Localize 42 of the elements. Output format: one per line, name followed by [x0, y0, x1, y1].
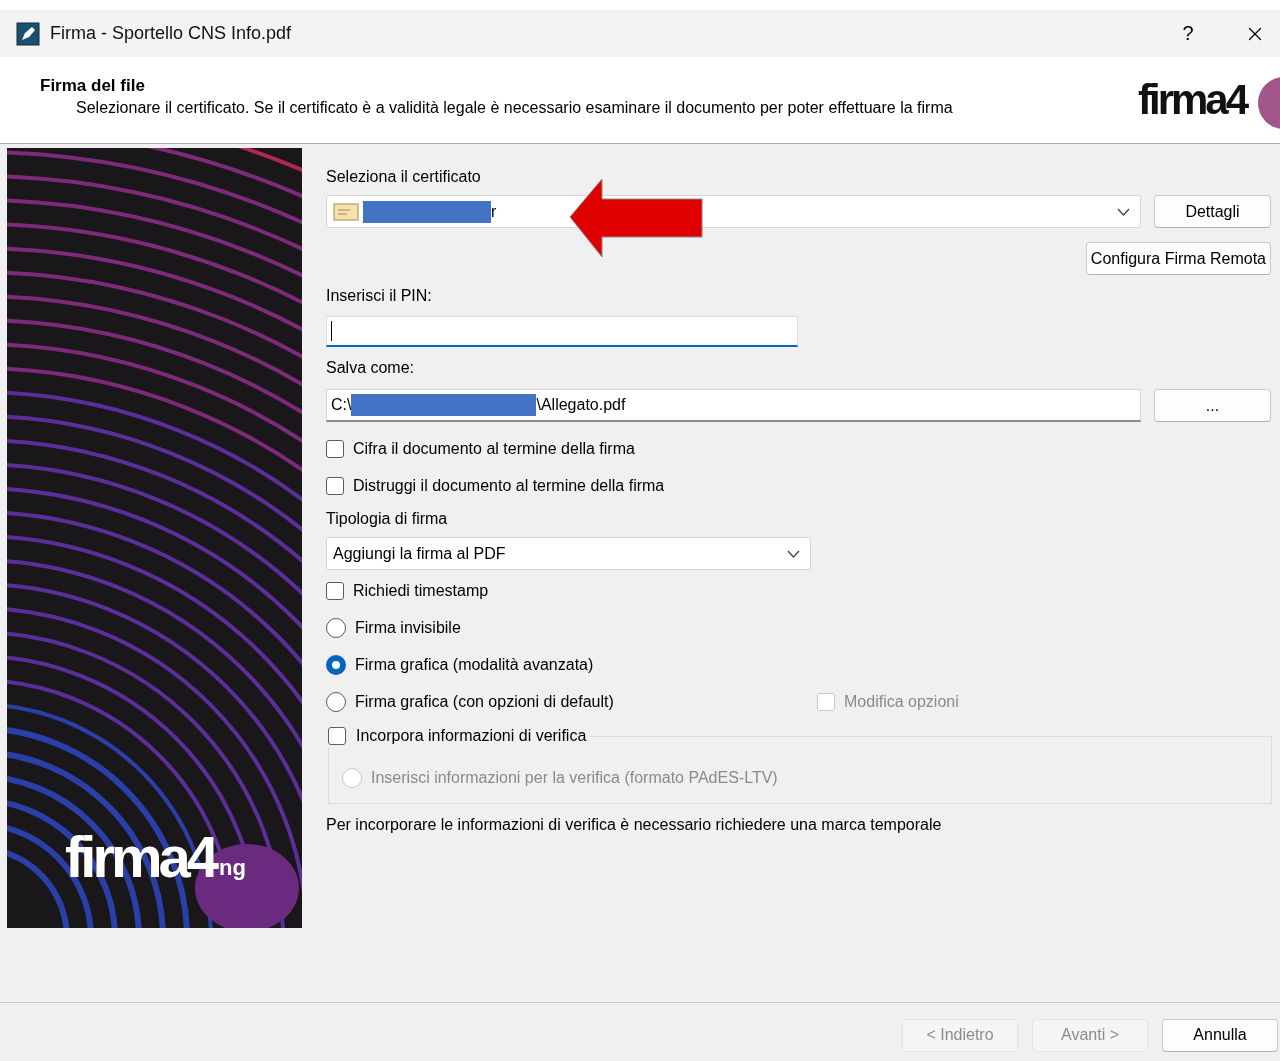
dropdown-value: Aggiungi la firma al PDF [333, 544, 506, 563]
certificate-value: r [491, 202, 497, 221]
browse-button[interactable]: ... [1154, 389, 1271, 422]
field-label: Tipologia di firma [326, 510, 449, 528]
pin-field[interactable] [326, 316, 798, 347]
field-label: Inserisci il PIN: [326, 287, 433, 305]
wizard-button[interactable]: Annulla [1162, 1018, 1278, 1052]
save-path-field[interactable]: C:\ \Allegato.pdf [326, 389, 1141, 422]
field-label: Seleziona il certificato [326, 168, 482, 186]
window-title: Firma - Sportello CNS Info.pdf [50, 23, 293, 44]
brand-logo: firma4 [1138, 69, 1280, 131]
checkbox[interactable] [326, 439, 344, 458]
details-button[interactable]: Dettagli [1154, 195, 1271, 228]
option-label: Modifica opzioni [844, 692, 959, 711]
signature-type-dropdown[interactable]: Aggiungi la firma al PDF [326, 537, 811, 570]
pen-icon [16, 21, 40, 46]
path-suffix: \Allegato.pdf [536, 396, 626, 414]
option-label: Firma invisibile [355, 618, 461, 637]
chevron-down-icon [787, 549, 800, 558]
checkbox[interactable] [326, 476, 344, 495]
option-label: Firma grafica (modalità avanzata) [355, 655, 594, 674]
help-button[interactable]: ? [1168, 22, 1208, 45]
option-label: Distruggi il documento al termine della firma [353, 476, 665, 495]
field-label: Salva come: [326, 359, 416, 377]
option-label: Inserisci informazioni per la verifica (formato PAdES-LTV) [371, 769, 778, 787]
option-label: Cifra il documento al termine della firma [353, 439, 635, 458]
header-title: Firma del file [40, 75, 146, 96]
option-label: Richiedi timestamp [353, 581, 489, 600]
option-label: Firma grafica (con opzioni di default) [355, 692, 614, 711]
remote-signature-button[interactable]: Configura Firma Remota [1085, 242, 1271, 275]
chevron-down-icon [1117, 207, 1130, 216]
certificate-icon [333, 202, 359, 221]
radio-button[interactable] [326, 654, 346, 675]
checkbox[interactable] [326, 581, 344, 600]
info-note: Per incorporare le informazioni di verifica è necessario richiedere una marca temporale [326, 816, 943, 834]
path-prefix: C:\ [331, 396, 352, 414]
radio-button[interactable] [326, 617, 346, 638]
option-label: Incorpora informazioni di verifica [356, 727, 587, 745]
radio-button[interactable] [326, 691, 346, 712]
logo-suffix: ng [219, 855, 246, 881]
header-description: Selezionare il certificato. Se il certificato è a validità legale è necessario esaminare il documento per poter effettuare la firma [75, 98, 954, 117]
checkbox[interactable] [328, 727, 346, 745]
